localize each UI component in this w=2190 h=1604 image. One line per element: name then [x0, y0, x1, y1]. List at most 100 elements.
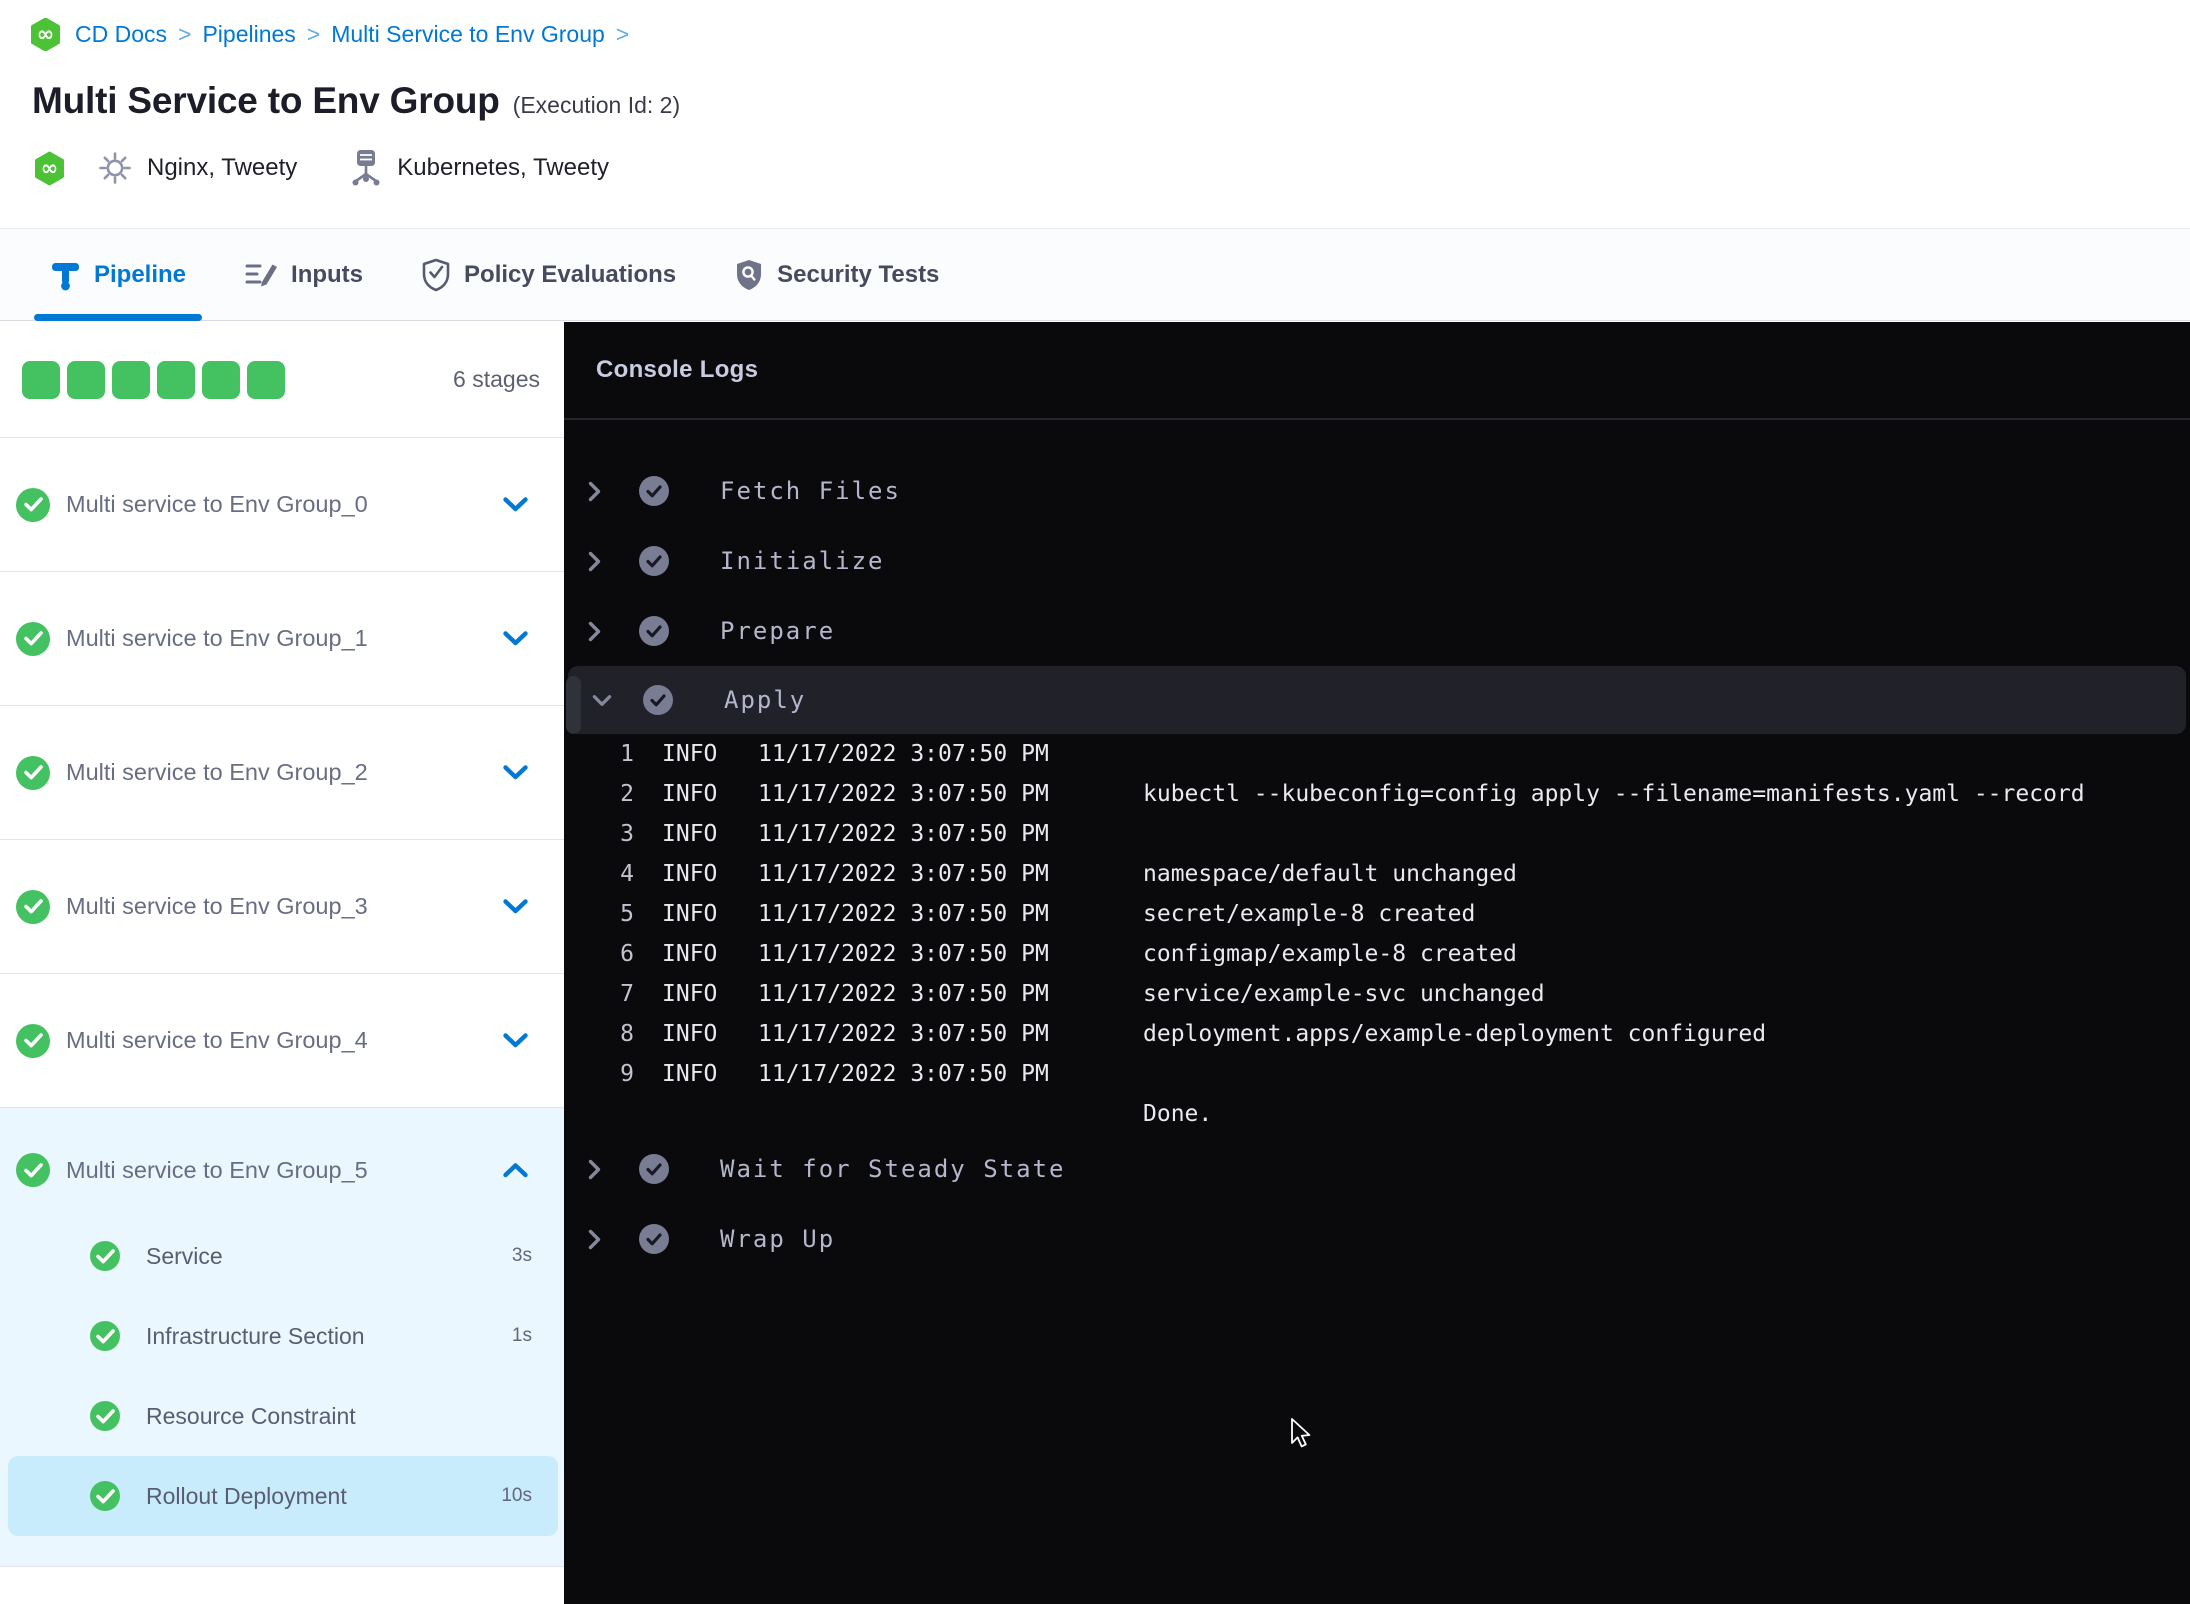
tab-security-tests[interactable]: Security Tests	[718, 229, 955, 320]
console-step-row[interactable]: Prepare	[564, 596, 2190, 666]
page-title-row: Multi Service to Env Group (Execution Id…	[32, 80, 2190, 122]
active-tab-underline	[34, 314, 203, 321]
chevron-down-icon[interactable]	[503, 899, 528, 914]
log-line: 9 INFO 11/17/2022 3:07:50 PM	[564, 1054, 2190, 1094]
success-check-icon	[16, 889, 50, 924]
svg-text:∞: ∞	[37, 22, 55, 46]
log-level: INFO	[662, 861, 718, 887]
log-message: deployment.apps/example-deployment confi…	[1143, 1021, 1767, 1047]
tab-pipeline[interactable]: Pipeline	[34, 229, 203, 321]
success-check-icon	[16, 487, 50, 522]
stage-label: Multi service to Env Group_0	[66, 491, 368, 517]
pipeline-icon	[50, 259, 81, 291]
chevron-down-icon[interactable]	[503, 765, 528, 780]
chevron-down-icon[interactable]	[503, 497, 528, 512]
log-line-number: 8	[620, 1021, 634, 1047]
console-header: Console Logs	[564, 322, 2190, 420]
stage-row[interactable]: Multi service to Env Group_4	[0, 974, 564, 1108]
console-step-row[interactable]: Apply	[568, 666, 2186, 734]
log-level: INFO	[662, 941, 718, 967]
chevron-up-icon[interactable]	[503, 1162, 528, 1178]
breadcrumb-separator: >	[615, 20, 630, 47]
environment-kubernetes-icon	[349, 148, 383, 188]
step-success-icon	[639, 476, 669, 506]
log-message: namespace/default unchanged	[1143, 861, 1517, 887]
log-timestamp: 11/17/2022 3:07:50 PM	[758, 781, 1049, 807]
chevron-right-icon[interactable]	[588, 1229, 608, 1250]
console-step-row[interactable]: Initialize	[564, 526, 2190, 596]
log-line: 8 INFO 11/17/2022 3:07:50 PM deployment.app…	[564, 1014, 2190, 1054]
log-line-number: 5	[620, 901, 634, 927]
success-check-icon	[90, 1241, 120, 1271]
log-level: INFO	[662, 1061, 718, 1087]
log-timestamp: 11/17/2022 3:07:50 PM	[758, 1061, 1049, 1087]
chevron-down-icon[interactable]	[592, 694, 612, 707]
console-step-row[interactable]: Wrap Up	[564, 1204, 2190, 1274]
stage-label: Multi service to Env Group_2	[66, 759, 368, 785]
stages-sidebar: 6 stages Multi service to Env Group_0 Mul…	[0, 322, 564, 1604]
log-level: INFO	[662, 781, 718, 807]
stage-status-square	[247, 360, 285, 399]
breadcrumb-separator: >	[306, 20, 321, 47]
console-scrollbar-thumb[interactable]	[566, 676, 581, 734]
console-step-label: Wrap Up	[720, 1225, 836, 1253]
chevron-down-icon[interactable]	[503, 631, 528, 646]
stage-status-square	[67, 360, 105, 399]
console-step-label: Wait for Steady State	[720, 1155, 1066, 1183]
tab-policy-evaluations[interactable]: Policy Evaluations	[405, 229, 692, 320]
stage-step-duration: 3s	[511, 1245, 532, 1266]
step-success-icon	[639, 616, 669, 646]
console-step-row[interactable]: Fetch Files	[564, 456, 2190, 526]
log-line-number: 1	[620, 741, 634, 767]
page-title: Multi Service to Env Group	[32, 80, 500, 121]
console-title: Console Logs	[596, 356, 759, 383]
stage-row[interactable]: Multi service to Env Group_3	[0, 840, 564, 974]
tab-label: Security Tests	[777, 260, 940, 288]
tab-label: Policy Evaluations	[464, 260, 677, 288]
console-step-row[interactable]: Wait for Steady State	[564, 1134, 2190, 1204]
chevron-right-icon[interactable]	[588, 621, 608, 642]
log-line: 6 INFO 11/17/2022 3:07:50 PM configmap/exam…	[564, 934, 2190, 974]
stage-status-square	[202, 360, 240, 399]
tab-label: Inputs	[291, 260, 364, 288]
log-timestamp: 11/17/2022 3:07:50 PM	[758, 941, 1049, 967]
success-check-icon	[90, 1401, 120, 1431]
log-line-number: 3	[620, 821, 634, 847]
stage-step-row[interactable]: Resource Constraint	[8, 1376, 558, 1456]
breadcrumb-link[interactable]: Multi Service to Env Group	[331, 21, 605, 48]
breadcrumb: ∞ CD Docs > Pipelines > Multi Service to Env…	[0, 0, 2190, 51]
log-level: INFO	[662, 741, 718, 767]
log-level: INFO	[662, 981, 718, 1007]
log-line: 1 INFO 11/17/2022 3:07:50 PM	[564, 734, 2190, 774]
stage-step-row[interactable]: Rollout Deployment 10s	[8, 1456, 558, 1536]
stage-row[interactable]: Multi service to Env Group_5	[0, 1124, 564, 1216]
step-success-icon	[639, 546, 669, 576]
breadcrumb-link[interactable]: CD Docs	[75, 21, 167, 48]
svg-text:∞: ∞	[41, 156, 59, 180]
breadcrumb-link[interactable]: Pipelines	[202, 21, 295, 48]
log-line-number: 4	[620, 861, 634, 887]
stage-row[interactable]: Multi service to Env Group_0	[0, 438, 564, 572]
log-timestamp: 11/17/2022 3:07:50 PM	[758, 821, 1049, 847]
log-line: 4 INFO 11/17/2022 3:07:50 PM namespace/defa…	[564, 854, 2190, 894]
chevron-down-icon[interactable]	[503, 1033, 528, 1048]
policy-icon	[421, 258, 451, 292]
log-message: Done.	[1143, 1101, 1213, 1127]
chevron-right-icon[interactable]	[588, 1159, 608, 1180]
chevron-right-icon[interactable]	[588, 481, 608, 502]
services-label: Nginx, Tweety	[147, 154, 298, 181]
console-step-label: Apply	[724, 686, 807, 714]
chevron-right-icon[interactable]	[588, 551, 608, 572]
stage-row[interactable]: Multi service to Env Group_2	[0, 706, 564, 840]
log-timestamp: 11/17/2022 3:07:50 PM	[758, 981, 1049, 1007]
stages-summary: 6 stages	[0, 322, 564, 438]
tab-inputs[interactable]: Inputs	[228, 229, 379, 320]
step-success-icon	[639, 1224, 669, 1254]
stage-step-row[interactable]: Service 3s	[8, 1216, 558, 1296]
stage-step-label: Resource Constraint	[146, 1402, 356, 1429]
services-gear-icon	[97, 150, 133, 186]
stage-step-row[interactable]: Infrastructure Section 1s	[8, 1296, 558, 1376]
log-line-number: 2	[620, 781, 634, 807]
execution-content: 6 stages Multi service to Env Group_0 Mul…	[0, 322, 2190, 1604]
stage-row[interactable]: Multi service to Env Group_1	[0, 572, 564, 706]
